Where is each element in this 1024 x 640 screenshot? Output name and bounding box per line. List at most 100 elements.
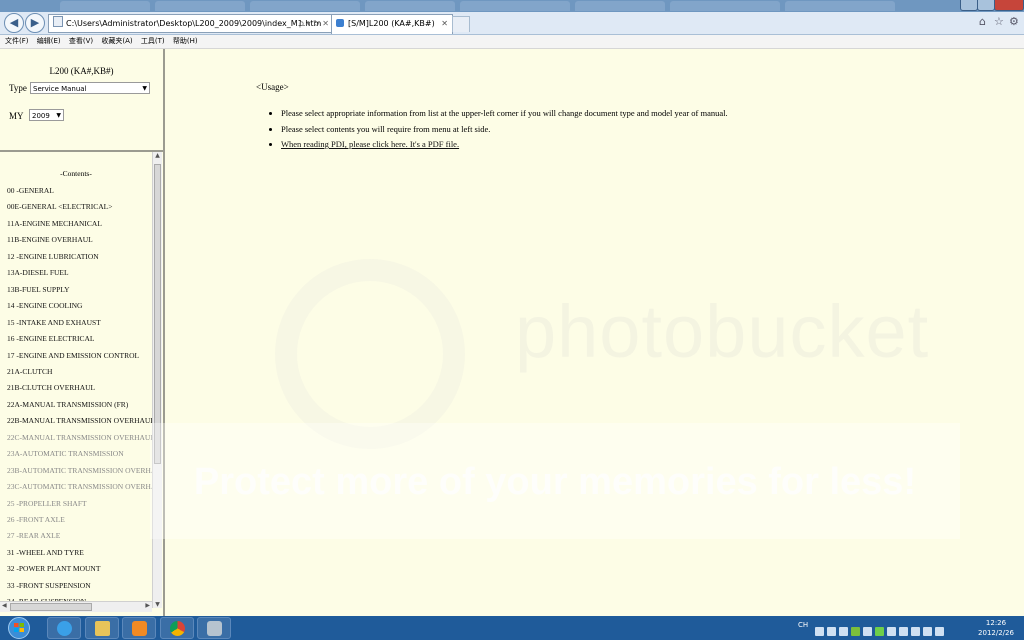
maximize-button[interactable] <box>977 0 995 11</box>
help-icon[interactable] <box>827 626 836 636</box>
selector-frame: L200 (KA#,KB#) Type Service Manual ▼ MY … <box>0 49 163 152</box>
clock-date: 2012/2/26 <box>978 629 1014 637</box>
contents-item[interactable]: 23C-AUTOMATIC TRANSMISSION OVERHAUL <box>7 482 152 491</box>
contents-item[interactable]: 33 -FRONT SUSPENSION <box>7 581 91 590</box>
contents-item[interactable]: 00E-GENERAL <ELECTRICAL> <box>7 202 112 211</box>
scroll-up-icon[interactable]: ▲ <box>153 152 162 159</box>
background-tab-ghost <box>785 1 895 11</box>
promo-banner: Protect more of your memories for less! <box>150 423 960 539</box>
taskbar-media-button[interactable] <box>122 617 156 639</box>
pdf-link[interactable]: When reading PDI, please click here. It'… <box>281 139 459 149</box>
contents-item[interactable]: 22B-MANUAL TRANSMISSION OVERHAUL <box>7 416 152 425</box>
windows-flag-icon <box>14 623 24 632</box>
left-navigation-pane: L200 (KA#,KB#) Type Service Manual ▼ MY … <box>0 49 165 616</box>
contents-item[interactable]: 32 -POWER PLANT MOUNT <box>7 564 100 573</box>
background-tab-ghost <box>460 1 570 11</box>
contents-item[interactable]: 14 -ENGINE COOLING <box>7 301 82 310</box>
network-icon[interactable] <box>899 626 908 636</box>
contents-item[interactable]: 21B-CLUTCH OVERHAUL <box>7 383 95 392</box>
tab-active[interactable]: [S/M]L200 (KA#,KB#) ✕ <box>331 14 453 34</box>
dropdown-arrow-icon: ▼ <box>142 85 147 92</box>
scroll-down-icon[interactable]: ▼ <box>153 601 162 608</box>
type-select[interactable]: Service Manual ▼ <box>30 82 150 94</box>
scroll-left-icon[interactable]: ◀ <box>2 602 7 609</box>
volume-icon[interactable] <box>935 626 944 636</box>
background-tab-ghost <box>60 1 150 11</box>
contents-item[interactable]: 31 -WHEEL AND TYRE <box>7 548 84 557</box>
horizontal-scrollbar[interactable]: ◀ ▶ <box>0 601 152 612</box>
menu-view[interactable]: 查看(V) <box>69 37 93 45</box>
back-button[interactable]: ◀ <box>4 13 24 33</box>
flag-icon[interactable] <box>887 626 896 636</box>
contents-item[interactable]: 23A-AUTOMATIC TRANSMISSION <box>7 449 124 458</box>
forward-button[interactable]: ▶ <box>25 13 45 33</box>
contents-item[interactable]: 00 -GENERAL <box>7 186 54 195</box>
scroll-right-icon[interactable]: ▶ <box>145 602 150 609</box>
navigation-bar: ◀ ▶ C:\Users\Administrator\Desktop\L200_… <box>0 12 1024 35</box>
model-year-select[interactable]: 2009 ▼ <box>29 109 64 121</box>
nvidia-icon[interactable] <box>851 626 860 636</box>
tools-gear-icon[interactable]: ⚙ <box>1009 16 1019 28</box>
contents-item[interactable]: 13B-FUEL SUPPLY <box>7 285 70 294</box>
tray-app-icon[interactable] <box>839 626 848 636</box>
keyboard-icon[interactable] <box>815 626 824 636</box>
watermark-logo <box>275 259 465 449</box>
model-title: L200 (KA#,KB#) <box>49 66 114 76</box>
language-indicator[interactable]: CH <box>798 621 808 629</box>
model-year-value: 2009 <box>32 112 50 120</box>
promo-banner-text: Protect more of your memories for less! <box>193 461 917 503</box>
security-icon[interactable] <box>911 626 920 636</box>
scrollbar-thumb[interactable] <box>154 164 161 464</box>
contents-item[interactable]: 15 -INTAKE AND EXHAUST <box>7 318 101 327</box>
contents-item[interactable]: 27 -REAR AXLE <box>7 531 60 540</box>
close-tab-icon[interactable]: ✕ <box>441 15 448 33</box>
ie-icon <box>57 621 72 636</box>
address-controls[interactable]: ρ ▾ ↻ ✕ <box>299 15 329 32</box>
contents-header: -Contents- <box>60 169 92 178</box>
contents-item[interactable]: 22A-MANUAL TRANSMISSION (FR) <box>7 400 128 409</box>
contents-item[interactable]: 25 -PROPELLER SHAFT <box>7 499 87 508</box>
media-player-icon <box>132 621 147 636</box>
contents-item[interactable]: 22C-MANUAL TRANSMISSION OVERHAUL <box>7 433 152 442</box>
vertical-scrollbar[interactable]: ▲ ▼ <box>152 152 162 608</box>
contents-item[interactable]: 23B-AUTOMATIC TRANSMISSION OVERHAUL <box>7 466 152 475</box>
contents-item[interactable]: 21A-CLUTCH <box>7 367 52 376</box>
taskbar-explorer-button[interactable] <box>85 617 119 639</box>
watermark-text: photobucket <box>515 290 930 373</box>
taskbar-app-button[interactable] <box>197 617 231 639</box>
close-window-button[interactable] <box>994 0 1024 11</box>
minimize-button[interactable] <box>960 0 978 11</box>
system-clock[interactable]: 12:26 2012/2/26 <box>972 618 1020 638</box>
menu-file[interactable]: 文件(F) <box>5 37 29 45</box>
usage-item: Please select contents you will require … <box>281 122 728 138</box>
contents-item[interactable]: 12 -ENGINE LUBRICATION <box>7 252 99 261</box>
contents-item[interactable]: 16 -ENGINE ELECTRICAL <box>7 334 94 343</box>
menu-favorites[interactable]: 收藏夹(A) <box>101 37 132 45</box>
taskbar-chrome-button[interactable] <box>160 617 194 639</box>
my-label: MY <box>9 111 24 121</box>
menu-help[interactable]: 帮助(H) <box>173 37 198 45</box>
new-tab-button[interactable] <box>452 16 470 32</box>
contents-item[interactable]: 17 -ENGINE AND EMISSION CONTROL <box>7 351 139 360</box>
background-tab-ghost <box>670 1 780 11</box>
contents-item[interactable]: 11B-ENGINE OVERHAUL <box>7 235 93 244</box>
menu-tools[interactable]: 工具(T) <box>141 37 165 45</box>
contents-item[interactable]: 26 -FRONT AXLE <box>7 515 65 524</box>
menu-bar: 文件(F) 编辑(E) 查看(V) 收藏夹(A) 工具(T) 帮助(H) <box>0 35 1024 49</box>
scrollbar-thumb[interactable] <box>10 603 92 611</box>
menu-edit[interactable]: 编辑(E) <box>37 37 61 45</box>
contents-item[interactable]: 13A-DIESEL FUEL <box>7 268 69 277</box>
address-bar[interactable]: C:\Users\Administrator\Desktop\L200_2009… <box>48 14 332 33</box>
app-icon <box>207 621 222 636</box>
tray-app-icon[interactable] <box>863 626 872 636</box>
type-select-value: Service Manual <box>33 85 87 93</box>
start-button[interactable] <box>2 616 38 640</box>
signal-icon[interactable] <box>875 626 884 636</box>
contents-item[interactable]: 11A-ENGINE MECHANICAL <box>7 219 102 228</box>
tray-app-icon[interactable] <box>923 626 932 636</box>
favorites-star-icon[interactable]: ☆ <box>994 16 1004 28</box>
taskbar-ie-button[interactable] <box>47 617 81 639</box>
chrome-icon <box>170 621 185 636</box>
home-icon[interactable]: ⌂ <box>979 16 986 28</box>
usage-heading: <Usage> <box>256 82 289 92</box>
